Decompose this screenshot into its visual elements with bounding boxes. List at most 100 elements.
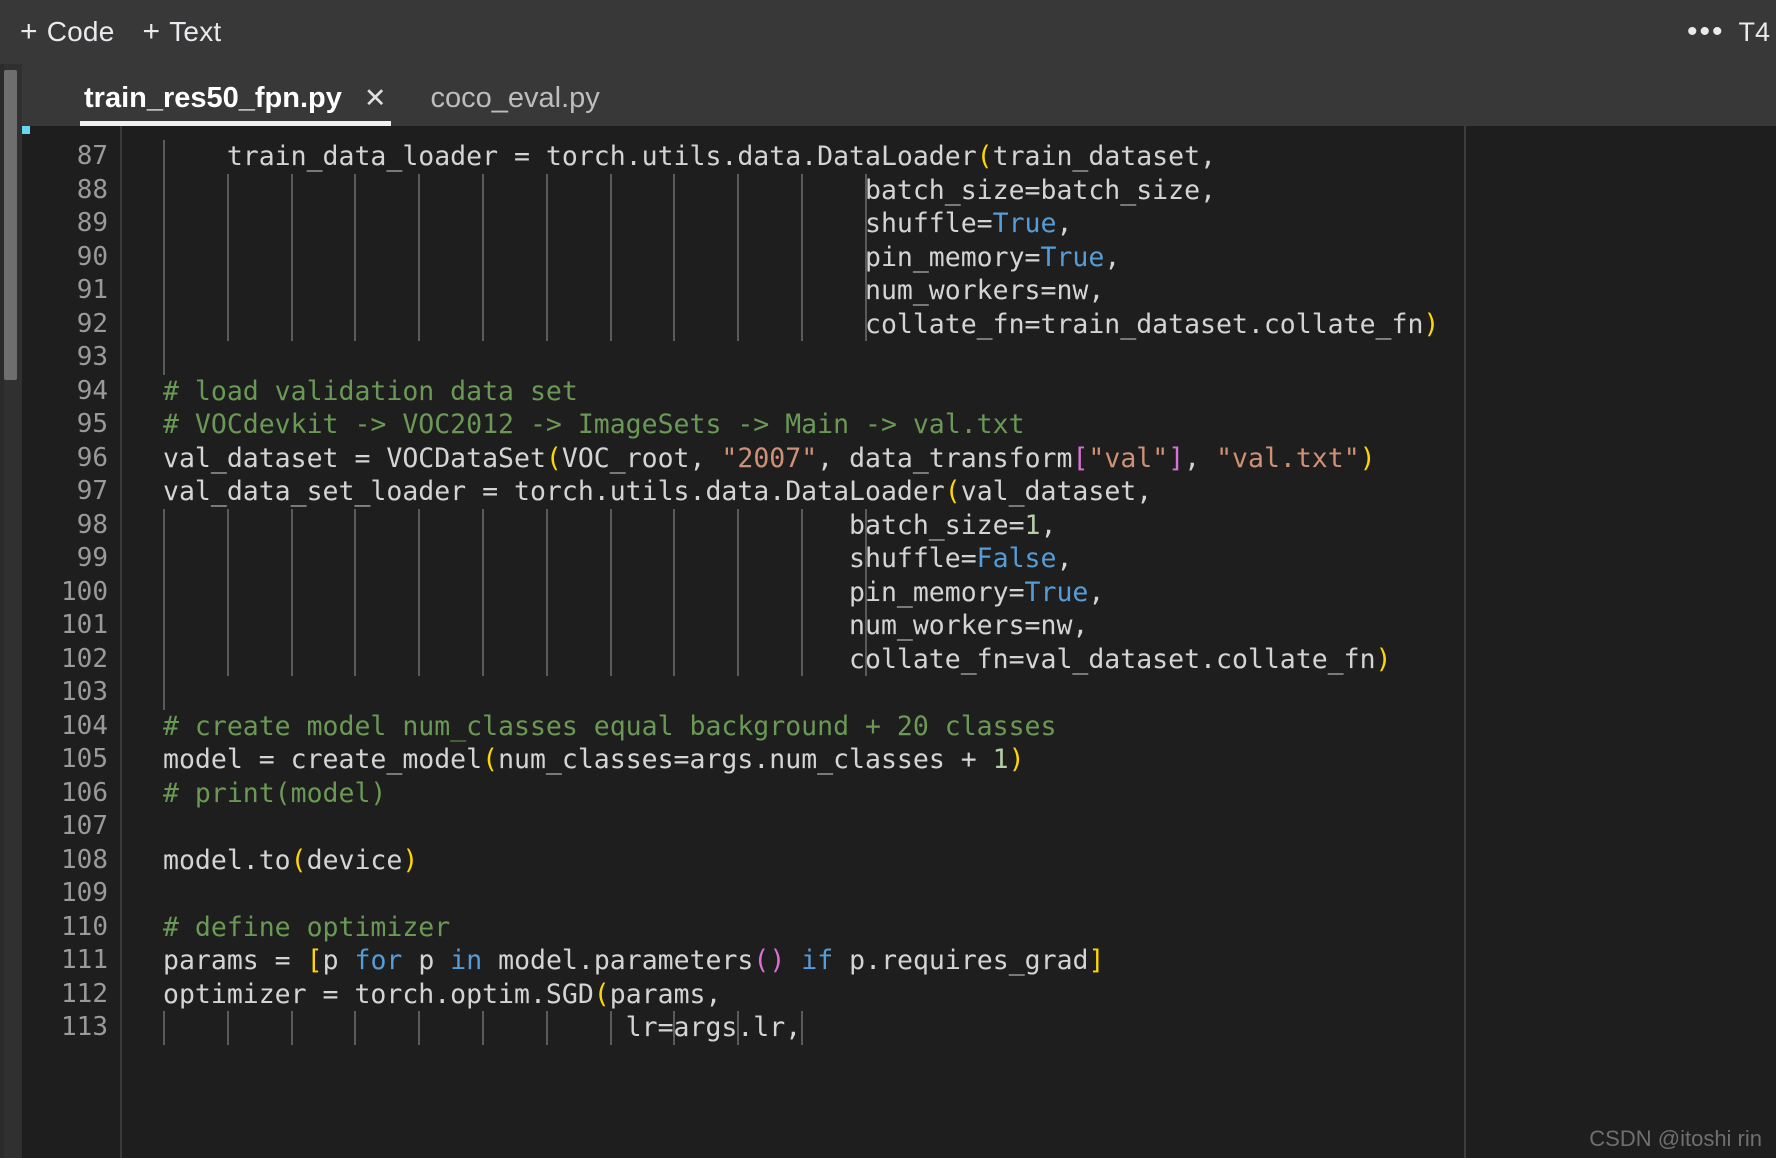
file-tab-label: train_res50_fpn.py — [84, 81, 342, 114]
code-token: True — [1024, 576, 1089, 608]
file-tab-strip: train_res50_fpn.py ✕ coco_eval.py — [22, 64, 1776, 126]
code-line[interactable] — [163, 341, 1776, 375]
toolbar-right-group: ••• T4 — [1673, 0, 1776, 64]
code-token: # VOCdevkit -> VOC2012 -> ImageSets -> M… — [163, 409, 1025, 440]
code-line[interactable]: val_data_set_loader = torch.utils.data.D… — [163, 475, 1776, 509]
colab-notebook-window: + Code + Text ••• T4 train_res50_fpn.py … — [0, 0, 1776, 1158]
add-text-cell-button[interactable]: + Text — [128, 12, 235, 52]
file-tab-train-res50-fpn[interactable]: train_res50_fpn.py ✕ — [62, 70, 409, 126]
code-token: , — [1184, 442, 1217, 474]
code-line[interactable]: optimizer = torch.optim.SGD(params, — [163, 978, 1776, 1012]
code-token: ) — [402, 844, 419, 876]
code-token: val_dataset, — [960, 476, 1153, 507]
line-number: 91 — [76, 275, 108, 305]
code-token: for — [354, 945, 403, 976]
code-line[interactable]: # print(model) — [163, 777, 1776, 811]
code-line[interactable] — [163, 877, 1776, 911]
code-token: , — [1104, 241, 1121, 273]
code-line[interactable]: # load validation data set — [163, 375, 1776, 409]
line-number: 108 — [61, 844, 108, 875]
code-token: [ — [306, 945, 323, 976]
add-code-cell-button[interactable]: + Code — [6, 12, 128, 52]
code-token: # load validation data set — [163, 375, 578, 407]
code-token: batch_size= — [163, 509, 1025, 541]
code-line[interactable]: model.to(device) — [163, 844, 1776, 878]
code-token: # define optimizer — [163, 911, 451, 943]
code-token: optimizer = torch.optim.SGD — [163, 978, 594, 1010]
code-token: "val" — [1088, 442, 1169, 474]
code-line[interactable]: val_dataset = VOCDataSet(VOC_root, "2007… — [163, 442, 1776, 476]
code-token: ( — [944, 476, 961, 507]
code-token: num_classes=args.num_classes + — [498, 744, 993, 775]
line-number-gutter: 87 88 89 90 91 92 93 94 95 96 97 98 99 100 101 102 103 10… — [22, 126, 120, 1158]
code-line[interactable]: # create model num_classes equal backgro… — [163, 710, 1776, 744]
line-number: 110 — [61, 911, 108, 942]
code-line[interactable] — [163, 810, 1776, 844]
code-token: , — [1088, 576, 1105, 608]
code-token: num_workers=nw, — [163, 275, 1105, 306]
code-token: model = create_model — [163, 744, 483, 775]
left-page-edge — [0, 64, 4, 1158]
line-number: 92 — [76, 308, 108, 339]
code-token: ( — [482, 744, 499, 775]
code-token: , — [1056, 208, 1073, 239]
code-editor[interactable]: 87 88 89 90 91 92 93 94 95 96 97 98 99 100 101 102 103 10… — [22, 126, 1776, 1158]
code-token: ) — [1423, 308, 1440, 340]
code-token: [ — [1072, 442, 1089, 474]
line-number: 98 — [76, 509, 108, 540]
more-options-icon[interactable]: ••• — [1673, 17, 1739, 46]
code-content[interactable]: train_data_loader = torch.utils.data.Dat… — [120, 126, 1776, 1158]
code-token: , — [1056, 543, 1073, 574]
code-token: collate_fn=train_dataset.collate_fn — [163, 308, 1424, 340]
watermark-label: CSDN @itoshi rin — [1589, 1126, 1762, 1151]
code-line[interactable]: params = [p for p in model.parameters() … — [163, 944, 1776, 978]
code-line[interactable]: lr=args.lr, — [163, 1011, 1776, 1045]
line-number: 101 — [61, 610, 108, 640]
line-number: 88 — [76, 174, 108, 205]
file-tab-coco-eval[interactable]: coco_eval.py — [409, 70, 622, 126]
code-line[interactable]: batch_size=batch_size, — [163, 174, 1776, 208]
code-token: ( — [290, 844, 307, 876]
code-token: if — [801, 945, 834, 976]
code-line[interactable]: shuffle=True, — [163, 207, 1776, 241]
code-line[interactable]: batch_size=1, — [163, 509, 1776, 543]
code-line[interactable]: train_data_loader = torch.utils.data.Dat… — [163, 140, 1776, 174]
line-number: 89 — [76, 208, 108, 238]
code-line[interactable] — [163, 676, 1776, 710]
code-line[interactable]: shuffle=False, — [163, 542, 1776, 576]
code-line[interactable]: num_workers=nw, — [163, 274, 1776, 308]
code-token: ( — [545, 442, 562, 474]
code-token: shuffle= — [163, 208, 993, 239]
close-icon[interactable]: ✕ — [364, 84, 387, 112]
runtime-type-label[interactable]: T4 — [1738, 17, 1772, 48]
code-token: # create model num_classes equal backgro… — [163, 710, 1057, 742]
code-token: pin_memory= — [163, 576, 1025, 608]
code-line[interactable]: pin_memory=True, — [163, 576, 1776, 610]
code-token: train_dataset, — [992, 141, 1217, 172]
code-line[interactable]: collate_fn=train_dataset.collate_fn) — [163, 308, 1776, 342]
code-token: "val.txt" — [1216, 442, 1360, 474]
code-token: VOC_root, — [561, 442, 722, 474]
plus-icon: + — [142, 15, 161, 48]
code-line[interactable]: # VOCdevkit -> VOC2012 -> ImageSets -> M… — [163, 408, 1776, 442]
code-token: 1 — [1024, 509, 1041, 541]
plus-icon: + — [20, 15, 38, 48]
code-line[interactable]: collate_fn=val_dataset.collate_fn) — [163, 643, 1776, 677]
code-token: "2007" — [721, 442, 818, 474]
code-token: pin_memory= — [163, 241, 1041, 273]
code-token: model.parameters — [482, 945, 754, 976]
code-token: in — [450, 945, 483, 976]
code-line[interactable]: model = create_model(num_classes=args.nu… — [163, 743, 1776, 777]
code-line[interactable]: # define optimizer — [163, 911, 1776, 945]
add-code-cell-label: Code — [46, 16, 115, 47]
code-line[interactable]: num_workers=nw, — [163, 609, 1776, 643]
code-line[interactable]: pin_memory=True, — [163, 241, 1776, 275]
code-token: True — [992, 208, 1057, 239]
line-number: 103 — [61, 677, 108, 707]
line-number: 111 — [61, 945, 108, 975]
code-token: ( — [976, 141, 993, 172]
page-scrollbar-thumb[interactable] — [4, 70, 17, 380]
code-token: , — [1040, 509, 1057, 541]
code-token: ] — [1088, 945, 1105, 976]
code-token: val_dataset = VOCDataSet — [163, 442, 546, 474]
